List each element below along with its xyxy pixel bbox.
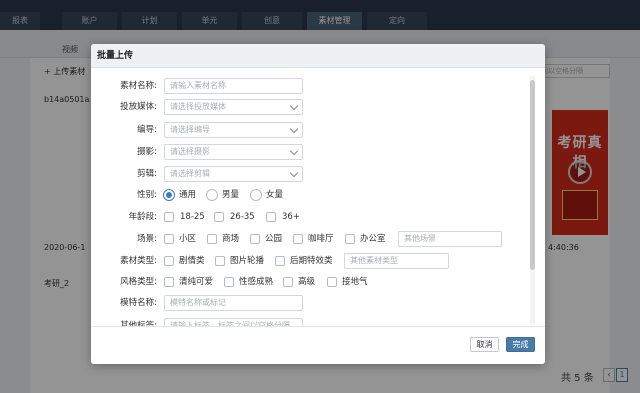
done-button[interactable]: 完成 <box>506 337 535 352</box>
scene-option-office: 办公室 <box>360 234 386 244</box>
gender-option-male: 男量 <box>222 190 240 200</box>
gender-option-female: 女量 <box>266 190 284 200</box>
scene-checkbox-park[interactable] <box>250 234 260 244</box>
director-label: 编导: <box>137 125 157 135</box>
chevron-down-icon <box>289 101 299 111</box>
gender-option-general: 通用 <box>179 190 197 200</box>
age-checkbox-36-plus[interactable] <box>266 212 276 222</box>
tags-input[interactable]: 请输入标签，标签之间以空格分隔 <box>164 318 303 326</box>
style-checkbox-cute[interactable] <box>164 277 174 287</box>
chevron-down-icon <box>289 124 299 134</box>
type-option-drama: 剧情类 <box>179 256 205 266</box>
type-checkbox-slideshow[interactable] <box>215 256 225 266</box>
other-scene-input[interactable]: 其他场景 <box>398 231 502 247</box>
style-checkbox-mature[interactable] <box>224 277 234 287</box>
type-checkbox-drama[interactable] <box>164 256 174 266</box>
style-checkbox-down-to-earth[interactable] <box>327 277 337 287</box>
editor-select[interactable]: 请选择剪辑 <box>164 166 303 182</box>
style-label: 风格类型: <box>120 277 157 287</box>
scene-checkbox-office[interactable] <box>345 234 355 244</box>
type-option-effects: 后期特效类 <box>290 256 333 266</box>
style-option-mature: 性感成熟 <box>239 277 274 287</box>
scene-label: 场景: <box>137 234 157 244</box>
material-name-input[interactable]: 请输入素材名称 <box>164 78 303 94</box>
chevron-down-icon <box>289 146 299 156</box>
editor-select-placeholder: 请选择剪辑 <box>170 169 210 178</box>
material-type-label: 素材类型: <box>120 256 157 266</box>
scene-checkbox-cafe[interactable] <box>293 234 303 244</box>
director-select[interactable]: 请选择编导 <box>164 122 303 138</box>
director-select-placeholder: 请选择编导 <box>170 125 210 134</box>
cancel-button[interactable]: 取消 <box>470 337 499 352</box>
age-checkbox-18-25[interactable] <box>164 212 174 222</box>
modal-title: 批量上传 <box>91 44 545 68</box>
scrollbar-thumb[interactable] <box>530 80 535 270</box>
other-material-type-input[interactable]: 其他素材类型 <box>344 253 449 269</box>
camera-label: 摄影: <box>137 147 157 157</box>
scene-checkbox-mall[interactable] <box>207 234 217 244</box>
style-option-cute: 清纯可爱 <box>179 277 214 287</box>
scene-checkbox-community[interactable] <box>164 234 174 244</box>
modal-footer: 取消 完成 <box>91 326 545 364</box>
style-option-premium: 高级 <box>298 277 316 287</box>
gender-label: 性别: <box>137 190 157 200</box>
model-name-input[interactable]: 模特名称或标记 <box>164 295 303 311</box>
media-label: 投放媒体: <box>120 102 157 112</box>
camera-select-placeholder: 请选择摄影 <box>170 147 210 156</box>
gender-radio-general[interactable] <box>163 189 175 201</box>
style-option-down-to-earth: 接地气 <box>342 277 368 287</box>
chevron-down-icon <box>289 168 299 178</box>
scene-option-mall: 商场 <box>222 234 240 244</box>
age-option-18-25: 18-25 <box>180 212 205 222</box>
media-select-placeholder: 请选择投放媒体 <box>170 102 226 111</box>
type-checkbox-effects[interactable] <box>275 256 285 266</box>
name-label: 素材名称: <box>120 81 157 91</box>
upload-form: 素材名称: 请输入素材名称 投放媒体: 请选择投放媒体 编导: 请选择编导 摄影… <box>91 69 531 326</box>
type-option-slideshow: 图片轮播 <box>230 256 265 266</box>
scene-option-park: 公园 <box>265 234 283 244</box>
batch-upload-modal: 批量上传 素材名称: 请输入素材名称 投放媒体: 请选择投放媒体 编导: 请选择… <box>91 44 545 364</box>
scene-option-cafe: 咖啡厅 <box>308 234 334 244</box>
model-label: 模特名称: <box>120 298 157 308</box>
media-select[interactable]: 请选择投放媒体 <box>164 99 303 115</box>
scene-option-community: 小区 <box>179 234 197 244</box>
editor-label: 剪辑: <box>137 169 157 179</box>
age-checkbox-26-35[interactable] <box>214 212 224 222</box>
age-option-26-35: 26-35 <box>230 212 255 222</box>
age-label: 年龄段: <box>128 212 157 222</box>
style-checkbox-premium[interactable] <box>283 277 293 287</box>
camera-select[interactable]: 请选择摄影 <box>164 144 303 160</box>
tags-label: 其他标签: <box>120 321 157 326</box>
age-option-36-plus: 36+ <box>282 212 300 222</box>
gender-radio-female[interactable] <box>250 189 262 201</box>
gender-radio-male[interactable] <box>206 189 218 201</box>
